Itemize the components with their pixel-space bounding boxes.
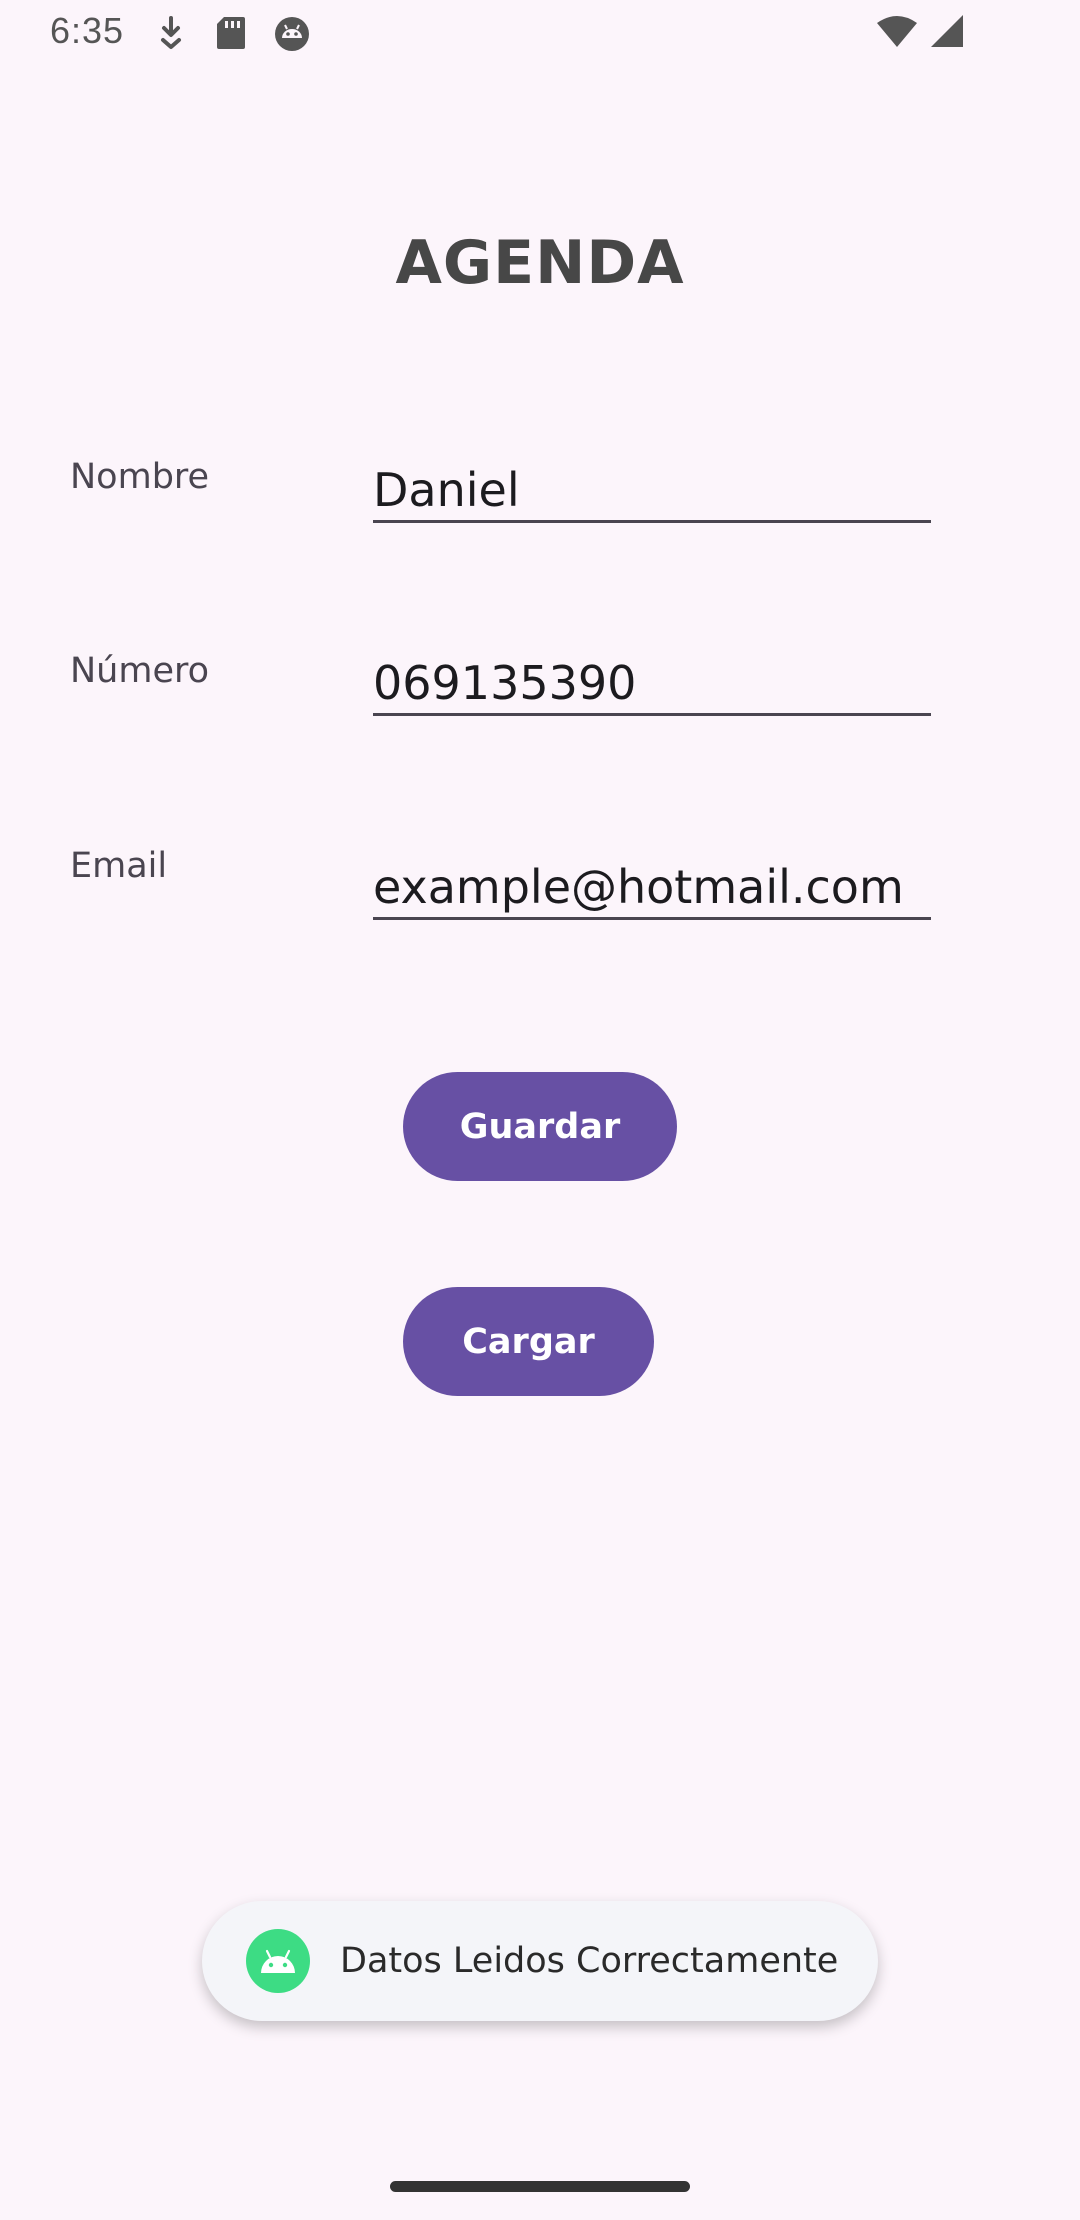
cell-signal-icon [930, 14, 964, 53]
status-time: 6:35 [50, 10, 125, 51]
toast-message: Datos Leidos Correctamente [340, 1941, 839, 1981]
save-button[interactable]: Guardar [403, 1072, 677, 1181]
load-button[interactable]: Cargar [403, 1287, 654, 1396]
wifi-icon [876, 14, 918, 53]
status-bar: 6:35 [0, 0, 1080, 70]
android-icon [246, 1929, 310, 1993]
number-label: Número [70, 651, 210, 691]
email-input[interactable] [373, 857, 931, 920]
name-label: Nombre [70, 457, 210, 497]
sd-card-icon [216, 16, 246, 55]
android-debug-icon [274, 16, 310, 57]
toast: Datos Leidos Correctamente [202, 1901, 878, 2021]
gesture-navigation-bar[interactable] [390, 2181, 690, 2192]
page-title: AGENDA [395, 228, 685, 298]
number-input[interactable] [373, 653, 931, 716]
download-icon [158, 16, 184, 55]
email-label: Email [70, 846, 168, 886]
status-right-icons [876, 14, 964, 53]
name-input[interactable] [373, 460, 931, 523]
